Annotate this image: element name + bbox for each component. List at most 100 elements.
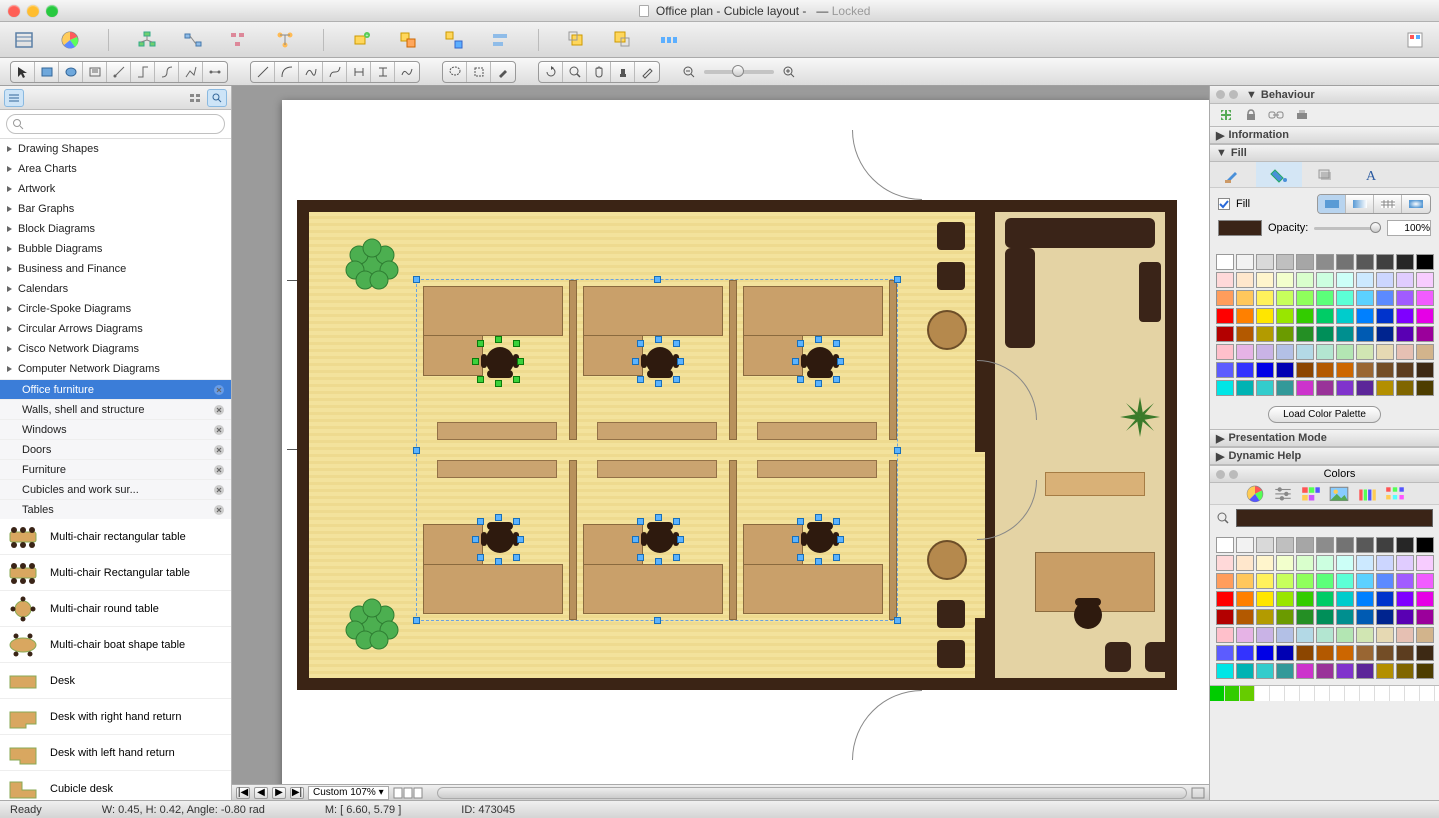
lounge-chair[interactable]	[933, 594, 969, 634]
cubicle-group-selected[interactable]	[417, 280, 897, 620]
color-swatch[interactable]	[1296, 591, 1314, 607]
color-swatch[interactable]	[1376, 555, 1394, 571]
dimension-v-tool[interactable]	[371, 62, 395, 82]
color-swatch[interactable]	[1356, 308, 1374, 324]
fill-solid-icon[interactable]	[1318, 195, 1346, 213]
color-swatch[interactable]	[1296, 254, 1314, 270]
color-swatch[interactable]	[1336, 254, 1354, 270]
library-search-input[interactable]	[6, 114, 225, 134]
color-swatch[interactable]	[1336, 645, 1354, 661]
color-swatch[interactable]	[1236, 326, 1254, 342]
collapse-icon[interactable]: ▼	[1246, 89, 1257, 101]
color-swatch[interactable]	[1376, 344, 1394, 360]
color-swatch[interactable]	[1256, 537, 1274, 553]
panel-view-grid-icon[interactable]	[185, 89, 205, 107]
color-swatch[interactable]	[1376, 627, 1394, 643]
fill-gradient-radial-icon[interactable]	[1402, 195, 1430, 213]
color-swatch[interactable]	[1216, 555, 1234, 571]
color-swatch[interactable]	[1396, 609, 1414, 625]
color-swatch[interactable]	[1416, 627, 1434, 643]
color-swatch[interactable]	[1296, 573, 1314, 589]
color-swatch[interactable]	[1356, 627, 1374, 643]
connector-tool-3[interactable]	[155, 62, 179, 82]
color-wheel-icon[interactable]	[56, 26, 84, 54]
color-swatch[interactable]	[1236, 272, 1254, 288]
color-swatch[interactable]	[1316, 272, 1334, 288]
color-swatch[interactable]	[1236, 344, 1254, 360]
color-swatch[interactable]	[1356, 254, 1374, 270]
library-category[interactable]: Business and Finance	[0, 259, 231, 279]
pointer-tool[interactable]	[11, 62, 35, 82]
color-swatch[interactable]	[1336, 573, 1354, 589]
color-swatch[interactable]	[1276, 627, 1294, 643]
color-swatch[interactable]	[1216, 380, 1234, 396]
lounge-chair[interactable]	[933, 216, 969, 256]
colors-custom-icon[interactable]	[1384, 485, 1406, 503]
color-swatch[interactable]	[1236, 645, 1254, 661]
color-swatch[interactable]	[1396, 362, 1414, 378]
color-swatch[interactable]	[1296, 290, 1314, 306]
color-swatch[interactable]	[1396, 326, 1414, 342]
color-swatch[interactable]	[1376, 645, 1394, 661]
align-icon[interactable]	[486, 26, 514, 54]
eyedropper-tool[interactable]	[491, 62, 515, 82]
color-swatch[interactable]	[1376, 254, 1394, 270]
magnify-tool[interactable]	[563, 62, 587, 82]
color-swatch[interactable]	[1316, 308, 1334, 324]
shape-item[interactable]: Desk	[0, 663, 231, 699]
color-swatch[interactable]	[1216, 272, 1234, 288]
send-back-icon[interactable]	[609, 26, 637, 54]
line-tool[interactable]	[251, 62, 275, 82]
color-swatch[interactable]	[1276, 645, 1294, 661]
color-swatch[interactable]	[1336, 609, 1354, 625]
color-swatch[interactable]	[1356, 609, 1374, 625]
drawing-canvas[interactable]	[282, 100, 1209, 800]
color-swatch[interactable]	[1316, 627, 1334, 643]
color-swatch[interactable]	[1236, 609, 1254, 625]
color-swatch[interactable]	[1296, 609, 1314, 625]
color-swatch[interactable]	[1236, 573, 1254, 589]
canvas-corner-icon[interactable]	[1191, 787, 1205, 799]
cubicle[interactable]	[577, 280, 737, 450]
shape-item[interactable]: Cubicle desk	[0, 771, 231, 800]
door[interactable]	[852, 690, 922, 760]
library-sublibrary[interactable]: Doors	[0, 439, 231, 459]
color-swatch[interactable]	[1296, 555, 1314, 571]
color-swatch[interactable]	[1336, 272, 1354, 288]
armchair[interactable]	[1139, 262, 1161, 322]
color-swatch[interactable]	[1276, 308, 1294, 324]
pencil-tool[interactable]	[635, 62, 659, 82]
cubicle[interactable]	[577, 450, 737, 620]
color-well[interactable]	[1240, 686, 1255, 701]
color-swatch[interactable]	[1396, 663, 1414, 679]
library-category-list[interactable]: Drawing ShapesArea ChartsArtworkBar Grap…	[0, 139, 231, 800]
lock-icon[interactable]	[1244, 108, 1258, 122]
color-swatch[interactable]	[1396, 537, 1414, 553]
library-category[interactable]: Calendars	[0, 279, 231, 299]
color-swatch[interactable]	[1256, 591, 1274, 607]
color-swatch[interactable]	[1336, 380, 1354, 396]
color-swatch[interactable]	[1276, 344, 1294, 360]
color-swatch[interactable]	[1296, 380, 1314, 396]
color-swatch[interactable]	[1376, 272, 1394, 288]
color-swatch[interactable]	[1416, 308, 1434, 324]
library-sublibrary[interactable]: Cubicles and work sur...	[0, 479, 231, 499]
color-swatch[interactable]	[1216, 663, 1234, 679]
stamp-tool[interactable]	[611, 62, 635, 82]
hand-tool[interactable]	[587, 62, 611, 82]
color-swatch[interactable]	[1396, 555, 1414, 571]
color-swatch[interactable]	[1276, 380, 1294, 396]
color-swatch[interactable]	[1356, 362, 1374, 378]
ellipse-tool[interactable]	[59, 62, 83, 82]
color-swatch[interactable]	[1276, 663, 1294, 679]
library-sublibrary[interactable]: Tables	[0, 499, 231, 519]
color-swatch[interactable]	[1236, 555, 1254, 571]
color-swatch[interactable]	[1336, 344, 1354, 360]
color-swatch[interactable]	[1376, 308, 1394, 324]
fill-tab-text-icon[interactable]: A	[1348, 162, 1394, 187]
shape-item[interactable]: Desk with right hand return	[0, 699, 231, 735]
color-swatch[interactable]	[1236, 362, 1254, 378]
color-swatch[interactable]	[1356, 573, 1374, 589]
chain-layout-icon[interactable]	[179, 26, 207, 54]
plant[interactable]	[337, 590, 407, 660]
